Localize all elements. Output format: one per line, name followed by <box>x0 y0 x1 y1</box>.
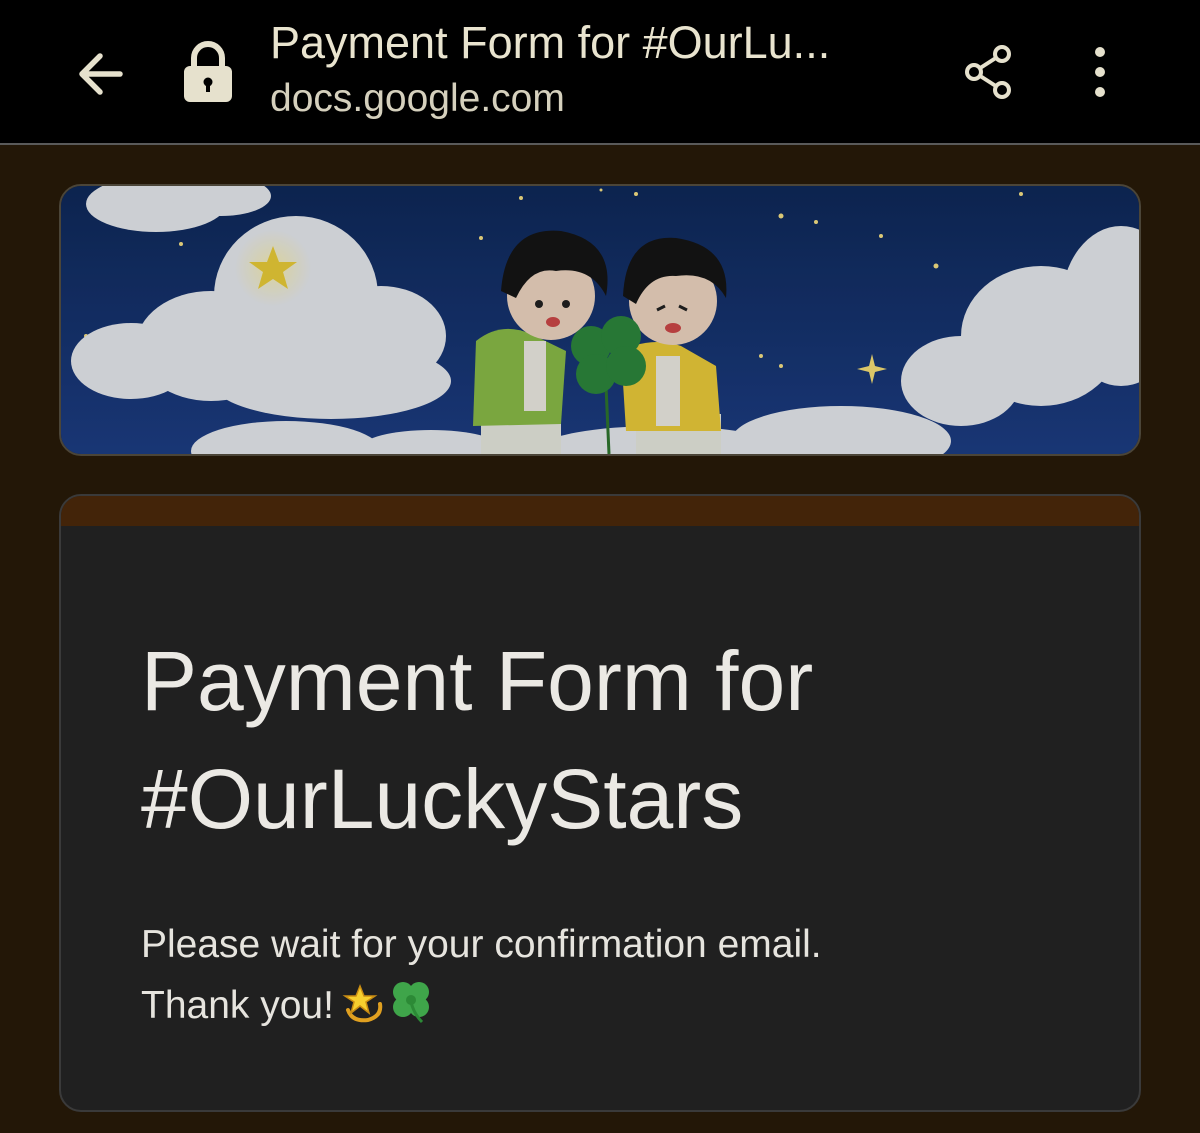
share-button[interactable] <box>952 36 1024 108</box>
message-line-2: Thank you! <box>141 975 1061 1042</box>
message-line-1: Please wait for your confirmation email. <box>141 923 822 966</box>
arrow-back-icon <box>79 53 123 95</box>
browser-toolbar: Payment Form for #OurLu... docs.google.c… <box>0 0 1200 145</box>
page-title-label: Payment Form for #OurLu... <box>270 17 831 68</box>
form-title: Payment Form for #OurLuckyStars <box>141 634 814 846</box>
confirmation-message: Please wait for your confirmation email.… <box>141 914 1061 1042</box>
share-icon <box>965 45 1011 99</box>
more-options-button[interactable] <box>1070 36 1130 108</box>
address-bar[interactable]: Payment Form for #OurLu... docs.google.c… <box>270 12 930 124</box>
form-banner-image <box>59 184 1141 456</box>
url-label: docs.google.com <box>270 77 565 120</box>
lock-icon[interactable] <box>178 38 238 108</box>
dizzy-star-icon <box>342 980 386 1042</box>
thank-you-text: Thank you! <box>141 984 334 1027</box>
back-button[interactable] <box>62 36 138 112</box>
four-leaf-clover-icon <box>388 978 434 1042</box>
form-header-card: Payment Form for #OurLuckyStars Please w… <box>59 494 1141 1112</box>
card-accent-bar <box>61 496 1139 526</box>
more-vert-icon <box>1095 47 1105 97</box>
